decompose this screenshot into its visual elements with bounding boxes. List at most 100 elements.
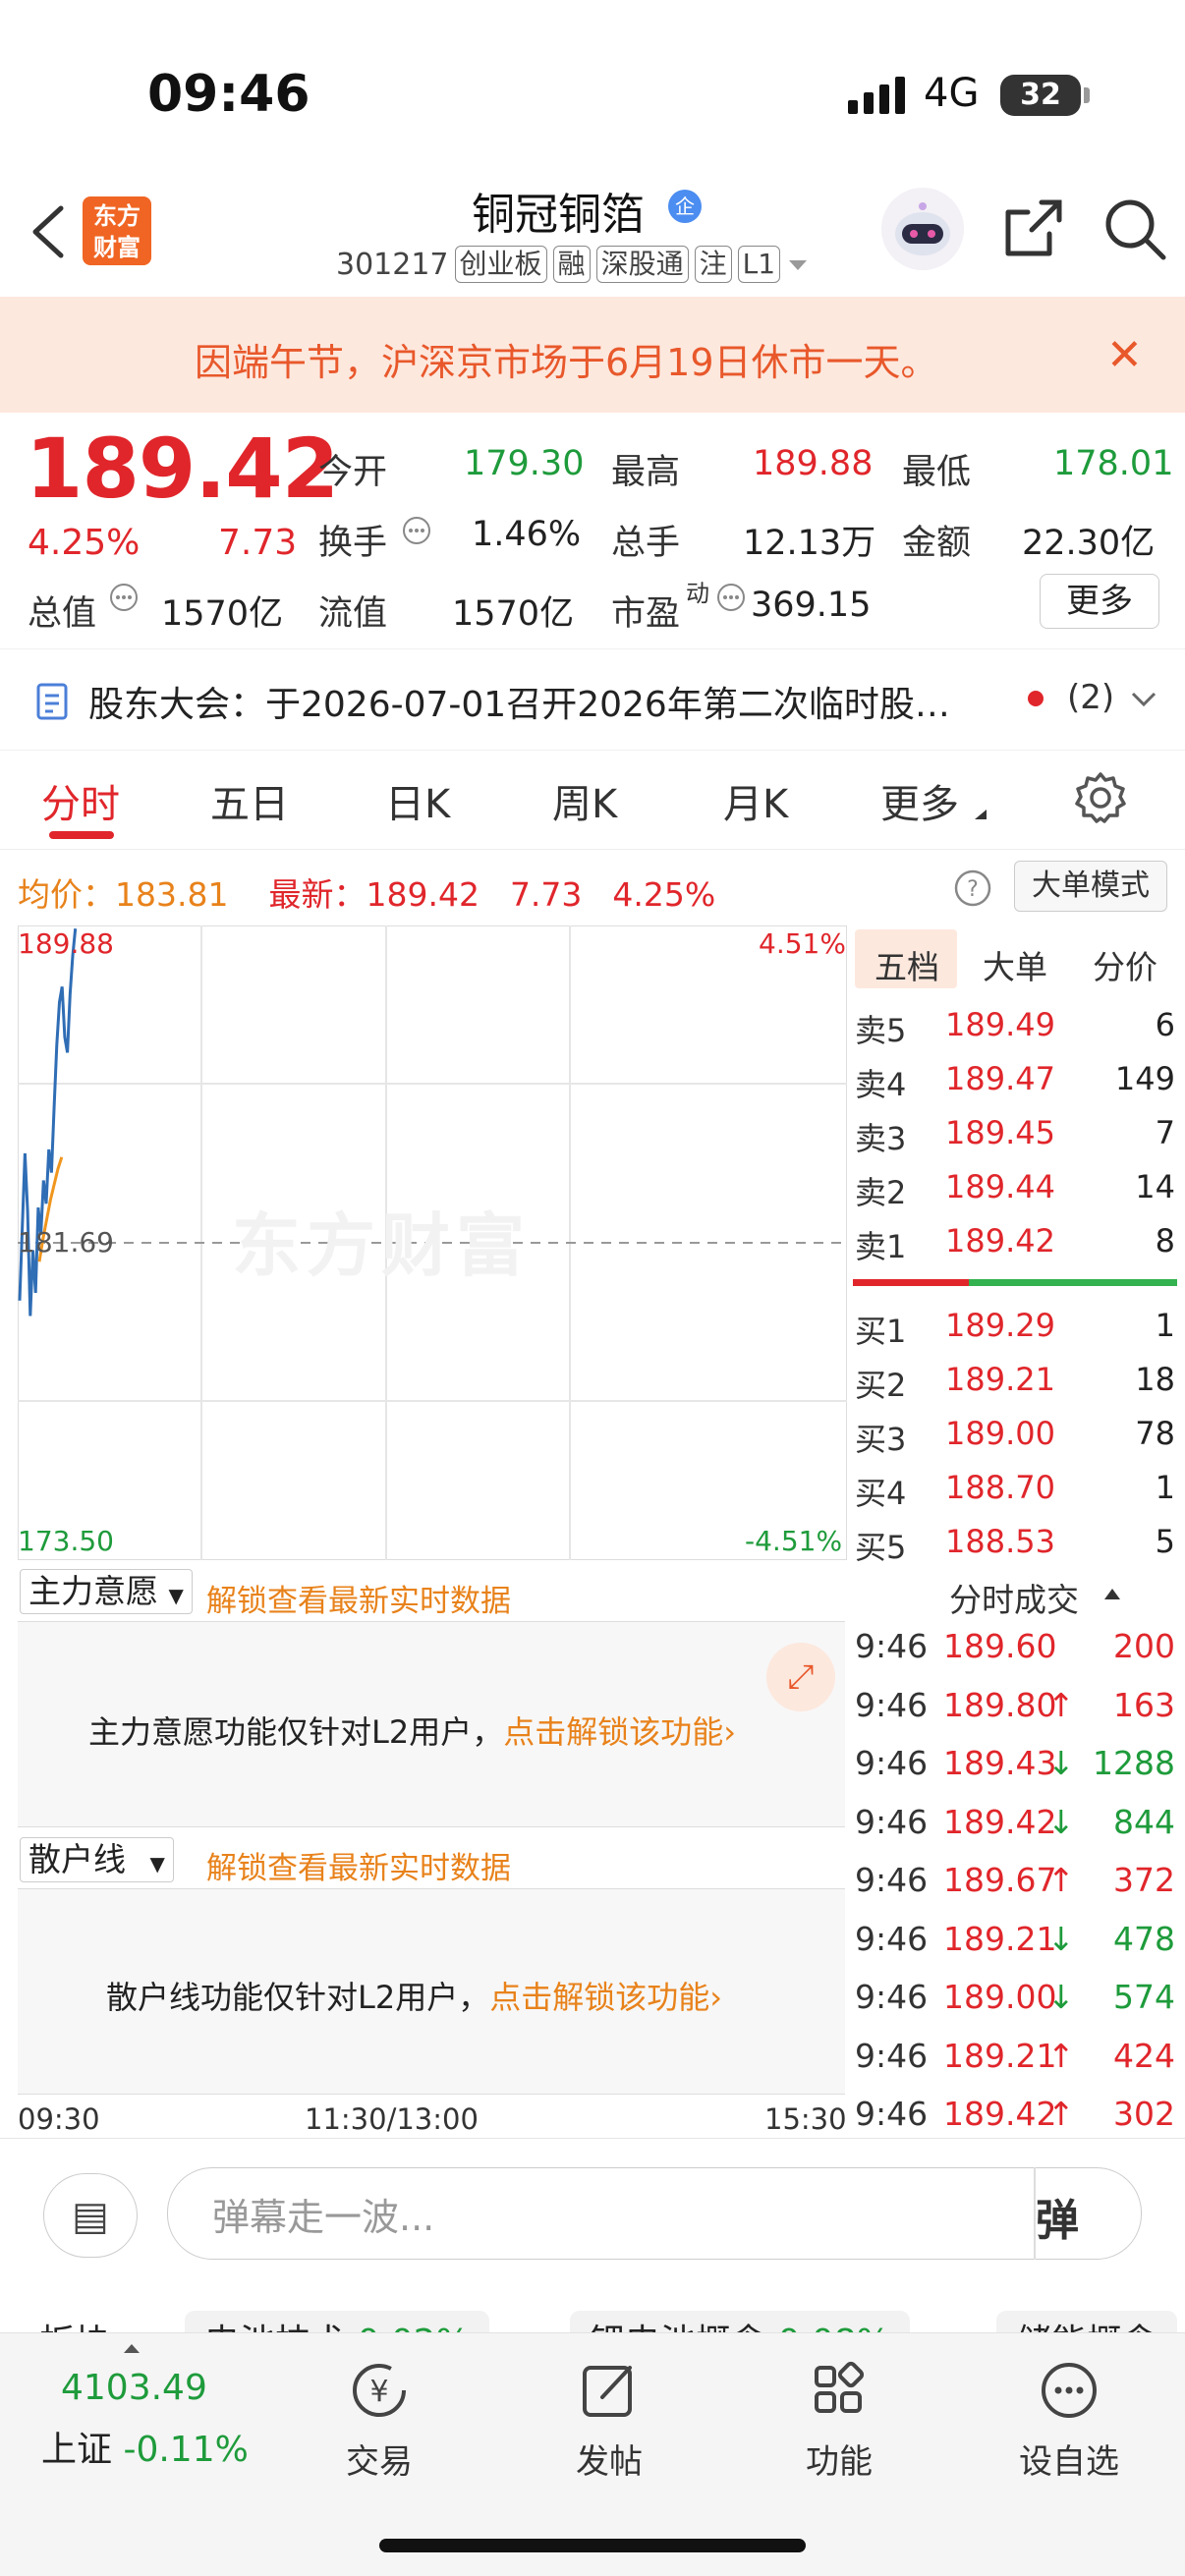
tab-more[interactable]: 更多 — [880, 772, 959, 829]
svg-text:¥: ¥ — [369, 2375, 388, 2409]
nav-trade[interactable]: ¥ 交易 — [301, 2356, 458, 2483]
orderbook-price[interactable]: 188.53 — [945, 1523, 1055, 1560]
chevron-right-icon: › — [709, 1979, 723, 2016]
latest-value: 189.42 — [366, 875, 480, 914]
retail-panel-desc: 散户线功能仅针对L2用户， — [106, 1979, 490, 2016]
main-unlock-link[interactable]: 点击解锁该功能 — [503, 1713, 723, 1751]
notice-text: 股东大会：于2026-07-01召开2026年第二次临时股… — [88, 685, 950, 725]
trade-price: 189.42 — [943, 1802, 1057, 1841]
y-mid-label: 181.69 — [18, 1226, 114, 1259]
help-icon[interactable]: ? — [953, 868, 992, 908]
assistant-robot-icon[interactable] — [878, 187, 967, 271]
y-bot-label: 173.50 — [18, 1525, 114, 1557]
battery-tip — [1084, 87, 1090, 103]
index-summary[interactable]: 上证 -0.11% — [41, 2421, 249, 2472]
indicator-select-main[interactable]: 主力意愿 ▼ — [20, 1569, 193, 1614]
gear-icon[interactable] — [1073, 770, 1128, 825]
tab-monthly-k[interactable]: 月K — [723, 772, 788, 829]
orderbook-price[interactable]: 189.29 — [945, 1307, 1055, 1344]
more-dots-icon — [1042, 2363, 1097, 2418]
trade-time: 9:46 — [855, 1978, 929, 2016]
nav-functions[interactable]: 功能 — [761, 2356, 918, 2483]
danmaku-placeholder: 弹幕走一波... — [212, 2196, 435, 2239]
tab-intraday[interactable]: 分时 — [41, 772, 120, 829]
unlock-hint-main[interactable]: 解锁查看最新实时数据 — [206, 1576, 511, 1620]
orderbook-price[interactable]: 189.47 — [945, 1060, 1055, 1097]
network-type: 4G — [924, 71, 980, 116]
trade-time: 9:46 — [855, 1861, 929, 1899]
chevron-down-icon[interactable] — [1130, 690, 1157, 709]
orderbook-volume: 14 — [1135, 1168, 1175, 1205]
pe-value: 369.15 — [751, 586, 872, 625]
info-dots-icon[interactable] — [401, 515, 432, 546]
verified-badge-icon: 企 — [668, 190, 702, 223]
orderbook-price[interactable]: 189.45 — [945, 1114, 1055, 1151]
info-dots-icon[interactable] — [108, 582, 140, 613]
search-icon[interactable] — [1102, 196, 1169, 263]
trade-volume: 163 — [1113, 1685, 1175, 1724]
tab-weekly-k[interactable]: 周K — [552, 772, 617, 829]
trade-volume: 1288 — [1093, 1744, 1175, 1782]
indicator-select-label: 主力意愿 — [28, 1572, 158, 1610]
orderbook-price[interactable]: 189.49 — [945, 1006, 1055, 1043]
logo-text-1: 东方 — [93, 202, 141, 230]
trade-price: 189.21 — [943, 2036, 1057, 2075]
nav-label: 发帖 — [576, 2442, 643, 2482]
stock-code-row[interactable]: 301217 创业板 融 深股通 注 L1 — [336, 246, 810, 283]
nav-post[interactable]: 发帖 — [531, 2356, 688, 2483]
orderbook-price[interactable]: 189.21 — [945, 1361, 1055, 1398]
big-order-mode-button[interactable]: 大单模式 — [1014, 861, 1167, 912]
orderbook-label: 买4 — [855, 1475, 907, 1512]
yen-exchange-icon: ¥ — [353, 2364, 406, 2417]
orderbook-label: 买3 — [855, 1421, 907, 1458]
expand-icon[interactable]: ⤢ — [766, 1643, 835, 1711]
retail-unlock-link[interactable]: 点击解锁该功能 — [489, 1979, 709, 2016]
chevron-left-icon[interactable] — [28, 202, 67, 261]
close-icon[interactable]: ✕ — [1106, 330, 1143, 380]
orderbook-volume: 1 — [1155, 1469, 1175, 1506]
banner-text: 因端午节，沪深京市场于6月19日休市一天。 — [195, 341, 938, 384]
nav-label: 设自选 — [1019, 2442, 1119, 2482]
index-value[interactable]: 4103.49 — [61, 2368, 207, 2408]
orderbook-label: 买1 — [855, 1313, 907, 1350]
sell-strength-bar — [853, 1279, 969, 1286]
tab-five-day[interactable]: 五日 — [210, 772, 289, 829]
open-label: 今开 — [318, 453, 388, 492]
caret-up-icon — [124, 2344, 140, 2353]
home-indicator[interactable] — [379, 2539, 806, 2552]
orderbook-price[interactable]: 189.42 — [945, 1222, 1055, 1260]
indicator-select-retail[interactable]: 散户线 ▼ — [20, 1837, 174, 1882]
tab-big-order[interactable]: 大单 — [983, 941, 1047, 988]
index-label: 上证 — [41, 2430, 113, 2470]
trades-title[interactable]: 分时成交 — [949, 1574, 1079, 1621]
retail-panel-text: 散户线功能仅针对L2用户，点击解锁该功能› — [106, 1973, 722, 2018]
divider — [0, 2138, 1185, 2139]
tab-price-dist[interactable]: 分价 — [1093, 941, 1157, 988]
nav-add-watchlist[interactable]: 设自选 — [990, 2356, 1148, 2483]
main-panel-text: 主力意愿功能仅针对L2用户，点击解锁该功能› — [88, 1708, 736, 1753]
chevron-right-icon: › — [723, 1713, 737, 1751]
trade-volume: 200 — [1113, 1627, 1175, 1665]
nav-label: 交易 — [346, 2442, 413, 2482]
tab-five-level[interactable]: 五档 — [875, 941, 939, 988]
more-quote-button[interactable]: 更多 — [1040, 574, 1159, 629]
high-value: 189.88 — [753, 444, 874, 483]
orderbook-label: 卖4 — [855, 1066, 907, 1103]
info-dots-icon[interactable] — [715, 582, 747, 613]
orderbook-price[interactable]: 189.44 — [945, 1168, 1055, 1205]
comment-icon[interactable]: ▤ — [43, 2173, 138, 2258]
orderbook-price[interactable]: 189.00 — [945, 1415, 1055, 1452]
tab-daily-k[interactable]: 日K — [385, 772, 450, 829]
share-icon[interactable] — [1002, 196, 1065, 259]
volume-label: 总手 — [611, 524, 681, 563]
float-label: 流值 — [318, 594, 388, 634]
caret-up-icon — [1104, 1589, 1120, 1599]
danmaku-send-button[interactable]: 弹 — [1036, 2185, 1079, 2248]
app-logo[interactable]: 东方 财富 — [83, 196, 151, 265]
orderbook-price[interactable]: 188.70 — [945, 1469, 1055, 1506]
orderbook-volume: 18 — [1135, 1361, 1175, 1398]
trade-direction-icon: ↓ — [1047, 1978, 1075, 2016]
unread-dot — [1028, 691, 1044, 706]
orderbook-label: 卖5 — [855, 1012, 907, 1049]
unlock-hint-retail[interactable]: 解锁查看最新实时数据 — [206, 1843, 511, 1887]
